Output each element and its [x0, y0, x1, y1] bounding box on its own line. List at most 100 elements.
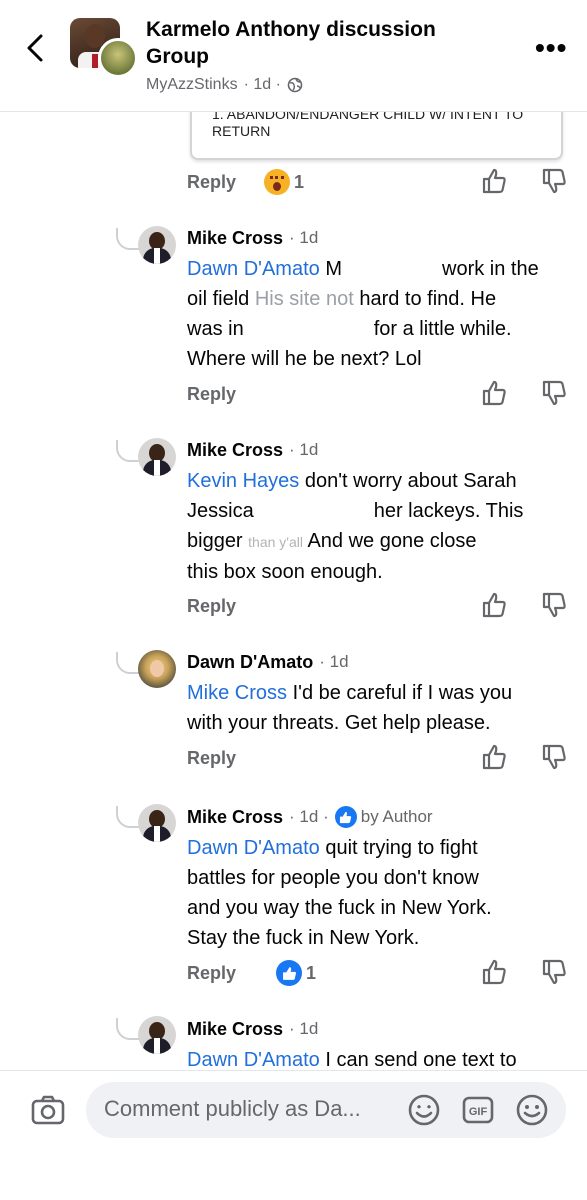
group-avatar[interactable] [70, 18, 138, 78]
commenter-name[interactable]: Dawn D'Amato [187, 652, 313, 673]
reply-button[interactable]: Reply [187, 172, 236, 193]
author-thumbs-up-icon [334, 806, 357, 828]
comment-actions: Reply 1 [187, 958, 567, 988]
globe-icon [287, 77, 303, 93]
vote-buttons [481, 743, 567, 771]
comment-placeholder: Comment publicly as Da... [104, 1096, 361, 1121]
reply-button[interactable]: Reply [187, 963, 236, 984]
thumbs-up-icon[interactable] [481, 958, 507, 986]
avatar[interactable] [138, 226, 176, 264]
emoji-icon[interactable] [514, 1092, 550, 1128]
comment-fragment: her lackeys. This [373, 500, 524, 522]
comment-time: · 1d [319, 652, 349, 671]
post-time: · 1d · [243, 76, 281, 93]
group-title[interactable]: Karmelo Anthony discussion Group [146, 16, 486, 70]
reaction-summary[interactable]: 1 [276, 960, 316, 986]
avatar[interactable] [138, 1016, 176, 1054]
comment-text: Mike Cross I'd be careful if I was you w… [187, 678, 577, 738]
camera-button[interactable] [28, 1090, 68, 1130]
comment-fragment: work in the [442, 258, 539, 280]
comment-fragment: His site not [254, 288, 354, 310]
comment-text: Dawn D'Amato Mxxxxxxxxxxwork in the oil … [187, 254, 577, 374]
thumbs-up-icon[interactable] [481, 167, 507, 195]
reaction-count: 1 [294, 171, 305, 192]
comment-actions: Reply 1 [187, 167, 567, 197]
avatar[interactable] [138, 804, 176, 842]
commenter-name[interactable]: Mike Cross [187, 807, 283, 828]
thumbs-down-icon[interactable] [541, 379, 567, 407]
redacted-area: xxxxxxxxxxxxx [243, 314, 374, 344]
commenter-name[interactable]: Mike Cross [187, 1019, 283, 1040]
comment-header: Mike Cross · 1d [187, 226, 318, 250]
comment-actions: Reply [187, 379, 567, 409]
comment-fragment: than y'all [248, 534, 303, 550]
thumbs-down-icon[interactable] [541, 958, 567, 986]
thumbs-up-icon[interactable] [481, 591, 507, 619]
thumbs-down-icon[interactable] [541, 591, 567, 619]
comment-header: Dawn D'Amato · 1d [187, 650, 349, 674]
comment-fragment: oil field [187, 288, 250, 310]
author-badge-label: by Author [360, 807, 433, 826]
vote-buttons [481, 379, 567, 407]
like-reaction-icon [276, 960, 303, 986]
comment-fragment: battles for people you don't know [187, 867, 479, 889]
comment-fragment: and you way the fuck in New York. [187, 897, 492, 919]
thumbs-down-icon[interactable] [541, 167, 567, 195]
thumbs-up-icon[interactable] [481, 379, 507, 407]
composer-icons: GIF [406, 1092, 550, 1128]
comment-fragment: M [325, 258, 342, 280]
comment-time: · 1d [289, 228, 319, 247]
chevron-left-icon [27, 34, 43, 62]
more-options-button[interactable]: ••• [535, 34, 567, 62]
thumbs-up-icon[interactable] [481, 743, 507, 771]
mention-link[interactable]: Kevin Hayes [187, 470, 299, 492]
reaction-summary[interactable]: 1 [264, 169, 304, 195]
comment-header: Mike Cross · 1d · by Author [187, 805, 433, 829]
comment-fragment: this box soon enough. [187, 561, 383, 583]
author-badge: by Author [334, 806, 433, 828]
reply-button[interactable]: Reply [187, 596, 236, 617]
comment-fragment: don't worry about Sarah [304, 470, 517, 492]
comment-actions: Reply [187, 591, 567, 621]
comment-header: Mike Cross · 1d [187, 438, 318, 462]
vote-buttons [481, 591, 567, 619]
redacted-area: xxxxxxxxxxxx [253, 496, 374, 526]
mention-link[interactable]: Dawn D'Amato [187, 258, 320, 280]
comment-fragment: Where will he be next? Lol [187, 348, 422, 370]
comment-fragment: quit trying to fight [325, 837, 478, 859]
thumbs-down-icon[interactable] [541, 743, 567, 771]
comment-time: · 1d · [289, 807, 329, 826]
comment-fragment: Stay the fuck in New York. [187, 927, 420, 949]
post-meta: MyAzzStinks · 1d · [146, 76, 303, 94]
comment-time: · 1d [289, 1019, 319, 1038]
comment-fragment: was in [187, 318, 244, 340]
card-line-2: RETURN [212, 123, 271, 139]
comment-fragment: hard to find. He [359, 288, 497, 310]
comment-actions: Reply [187, 743, 567, 773]
comment-fragment: Jessica [187, 500, 254, 522]
reply-button[interactable]: Reply [187, 748, 236, 769]
wow-reaction-icon [264, 169, 291, 195]
comment-fragment: for a little while. [373, 318, 512, 340]
commenter-name[interactable]: Mike Cross [187, 440, 283, 461]
mention-link[interactable]: Mike Cross [187, 682, 287, 704]
avatar[interactable] [138, 650, 176, 688]
gif-icon[interactable]: GIF [460, 1092, 496, 1128]
comment-input[interactable]: Comment publicly as Da... GIF [86, 1082, 566, 1138]
reaction-count: 1 [306, 962, 317, 983]
post-author[interactable]: MyAzzStinks [146, 76, 238, 94]
mention-link[interactable]: Dawn D'Amato [187, 1049, 320, 1071]
author-avatar [98, 38, 138, 78]
reply-button[interactable]: Reply [187, 384, 236, 405]
back-button[interactable] [18, 30, 54, 66]
vote-buttons [481, 958, 567, 986]
avatar[interactable] [138, 438, 176, 476]
redacted-area: xxxxxxxxxx [342, 254, 442, 284]
comment-header: Mike Cross · 1d [187, 1017, 318, 1041]
mention-link[interactable]: Dawn D'Amato [187, 837, 320, 859]
commenter-name[interactable]: Mike Cross [187, 228, 283, 249]
comment-fragment: with your threats. Get help please. [187, 712, 491, 734]
comment-text: Dawn D'Amato quit trying to fight battle… [187, 833, 577, 953]
camera-icon [31, 1095, 65, 1125]
sticker-icon[interactable] [406, 1092, 442, 1128]
